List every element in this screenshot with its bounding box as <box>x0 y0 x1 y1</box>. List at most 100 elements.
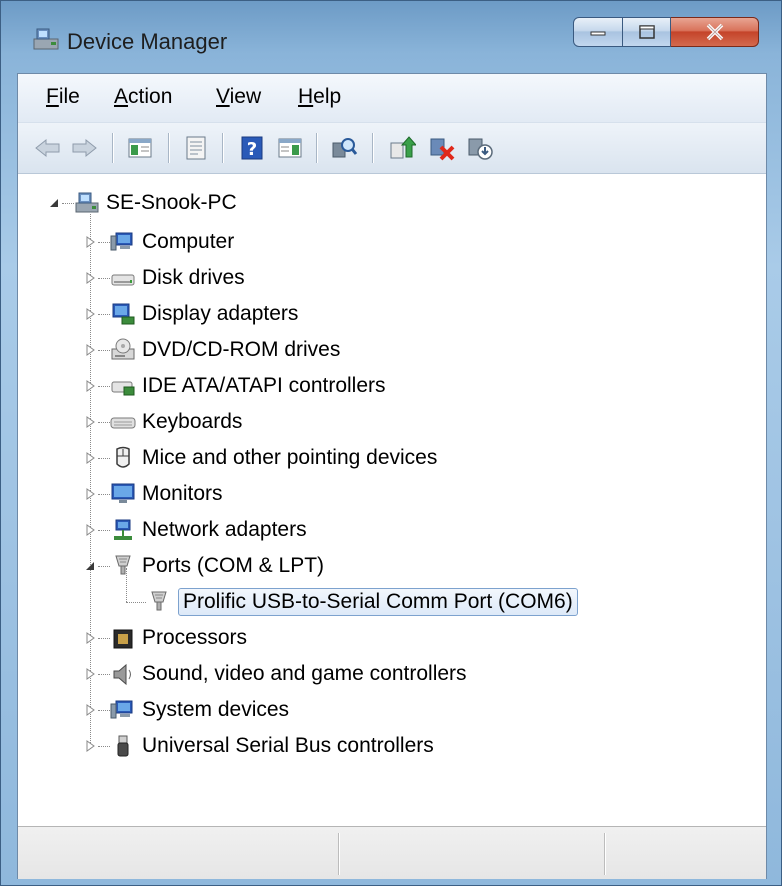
expand-arrow-icon[interactable] <box>84 523 96 537</box>
tree-category-node[interactable]: Keyboards <box>110 406 242 438</box>
dvd-drive-icon <box>111 338 135 360</box>
collapse-arrow-icon[interactable] <box>84 559 96 573</box>
tree-connector <box>98 350 110 352</box>
properties-icon <box>186 136 206 160</box>
back-arrow-icon <box>35 138 60 158</box>
device-manager-window: Device Manager File Action View Help ? S… <box>0 0 782 886</box>
window-title: Device Manager <box>67 29 228 54</box>
usb-icon <box>117 735 129 757</box>
tree-category-label: Display adapters <box>142 302 299 325</box>
show-hide-console-tree-button[interactable] <box>124 132 156 164</box>
tree-category-node[interactable]: Disk drives <box>110 262 245 294</box>
tree-category-label: Mice and other pointing devices <box>142 446 438 469</box>
client-area: File Action View Help ? SE-Snook-PC Comp… <box>17 73 767 879</box>
menu-help-accel: H <box>298 85 314 108</box>
expand-arrow-icon[interactable] <box>84 631 96 645</box>
expand-arrow-icon[interactable] <box>84 451 96 465</box>
help-button[interactable]: ? <box>236 132 268 164</box>
menu-action[interactable]: Action <box>114 85 172 109</box>
uninstall-device-button[interactable] <box>426 132 458 164</box>
tree-connector <box>62 203 74 205</box>
tree-connector <box>98 242 110 244</box>
tree-category-node[interactable]: Display adapters <box>110 298 298 330</box>
tree-category-node[interactable]: Computer <box>110 226 234 258</box>
tree-category-node[interactable]: Universal Serial Bus controllers <box>110 730 434 762</box>
tree-connector <box>98 566 110 568</box>
port-icon <box>115 555 131 575</box>
toolbar-separator <box>168 133 169 163</box>
collapse-arrow-icon[interactable] <box>48 196 60 210</box>
tree-category-node[interactable]: IDE ATA/ATAPI controllers <box>110 370 386 402</box>
tree-connector <box>98 386 110 388</box>
menu-action-label: ction <box>128 85 173 108</box>
expand-arrow-icon[interactable] <box>84 415 96 429</box>
tree-category-label: Monitors <box>142 482 223 505</box>
expand-arrow-icon[interactable] <box>84 343 96 357</box>
forward-arrow-icon <box>72 138 97 158</box>
expand-arrow-icon[interactable] <box>84 307 96 321</box>
status-separator <box>604 833 605 875</box>
tree-connector <box>98 674 110 676</box>
help-icon: ? <box>241 136 263 160</box>
tree-root-label: SE-Snook-PC <box>106 191 237 214</box>
tree-connector <box>98 530 110 532</box>
forward-button[interactable] <box>68 132 100 164</box>
tree-category-node[interactable]: Processors <box>110 622 247 654</box>
tree-category-node[interactable]: Monitors <box>110 478 223 510</box>
computer-icon <box>110 232 133 251</box>
back-button[interactable] <box>32 132 64 164</box>
tree-category-node[interactable]: Ports (COM & LPT) <box>110 550 324 582</box>
expand-arrow-icon[interactable] <box>84 487 96 501</box>
properties-button[interactable] <box>180 132 212 164</box>
tree-category-node[interactable]: DVD/CD-ROM drives <box>110 334 340 366</box>
expand-arrow-icon[interactable] <box>84 739 96 753</box>
tree-connector <box>98 494 110 496</box>
action-pane-icon <box>278 138 302 158</box>
expand-arrow-icon[interactable] <box>84 379 96 393</box>
tree-root-node[interactable]: SE-Snook-PC <box>74 187 237 219</box>
disable-device-button[interactable] <box>464 132 496 164</box>
menu-action-accel: A <box>114 85 129 108</box>
tree-device-node[interactable]: Prolific USB-to-Serial Comm Port (COM6) <box>146 586 578 618</box>
toolbar-separator <box>222 133 223 163</box>
uninstall-device-icon <box>430 138 455 161</box>
tree-connector <box>126 602 146 604</box>
toolbar-separator <box>112 133 113 163</box>
close-button[interactable] <box>671 17 759 47</box>
caption-buttons <box>573 17 759 53</box>
disk-drive-icon <box>111 274 135 286</box>
tree-category-node[interactable]: System devices <box>110 694 289 726</box>
tree-category-label: Disk drives <box>142 266 245 289</box>
tree-connector <box>98 458 110 460</box>
tree-category-node[interactable]: Network adapters <box>110 514 307 546</box>
system-devices-icon <box>110 700 133 719</box>
title-bar[interactable]: Device Manager <box>1 1 781 73</box>
menu-file[interactable]: File <box>46 85 80 109</box>
expand-arrow-icon[interactable] <box>84 667 96 681</box>
tree-category-label: Ports (COM & LPT) <box>142 554 325 577</box>
expand-arrow-icon[interactable] <box>84 271 96 285</box>
tree-connector <box>98 314 110 316</box>
toolbar-separator <box>372 133 373 163</box>
tree-category-label: Processors <box>142 626 248 649</box>
maximize-button[interactable] <box>623 17 671 47</box>
expand-arrow-icon[interactable] <box>84 235 96 249</box>
minimize-button[interactable] <box>573 17 623 47</box>
tree-category-node[interactable]: Mice and other pointing devices <box>110 442 437 474</box>
device-manager-icon <box>33 28 59 50</box>
menu-bar: File Action View Help <box>18 74 766 123</box>
expand-arrow-icon[interactable] <box>84 703 96 717</box>
mouse-icon <box>116 446 130 468</box>
minimize-icon <box>590 31 606 36</box>
menu-view[interactable]: View <box>216 85 261 109</box>
tree-connector <box>126 568 128 602</box>
menu-help[interactable]: Help <box>298 85 341 109</box>
device-tree[interactable]: SE-Snook-PC Computer Disk drives Display a… <box>18 174 766 826</box>
scan-hardware-button[interactable] <box>328 132 360 164</box>
tree-category-label: Network adapters <box>142 518 307 541</box>
action-pane-button[interactable] <box>274 132 306 164</box>
update-driver-button[interactable] <box>386 132 418 164</box>
tree-category-node[interactable]: Sound, video and game controllers <box>110 658 467 690</box>
scan-hardware-icon <box>332 138 358 158</box>
tree-connector <box>98 746 110 748</box>
